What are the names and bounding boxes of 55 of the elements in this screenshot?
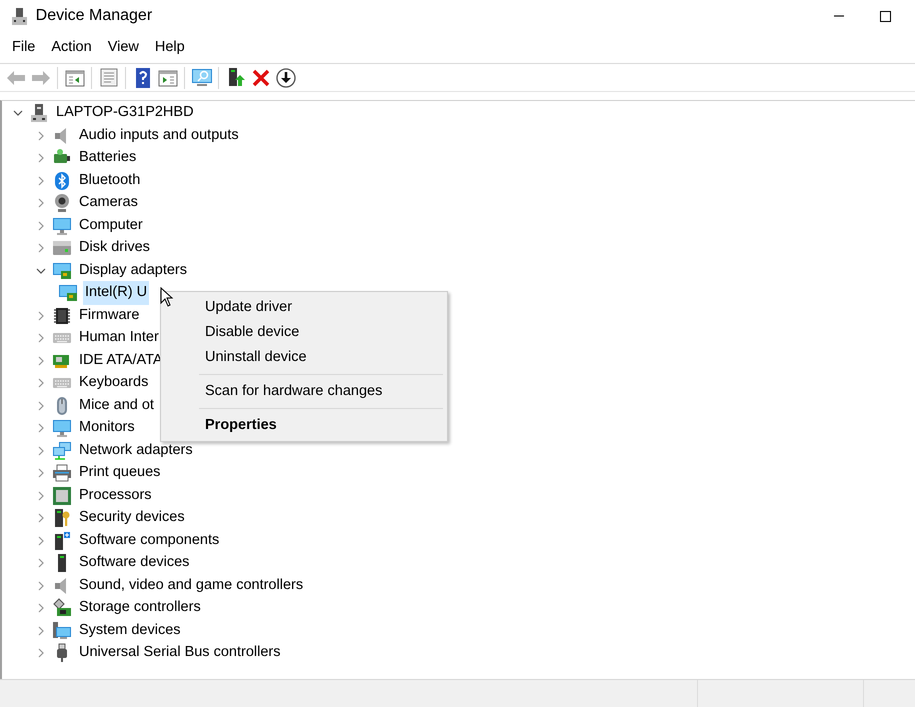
tree-item[interactable]: Processors: [77, 484, 154, 508]
network-icon: [52, 440, 72, 461]
menu-item[interactable]: File: [4, 36, 44, 58]
system-device-icon: [52, 620, 72, 641]
tree-item[interactable]: Disk drives: [77, 236, 152, 260]
tree-item[interactable]: Universal Serial Bus controllers: [77, 641, 282, 666]
tree-item[interactable]: Monitors: [77, 416, 137, 440]
tree-item[interactable]: Firmware: [77, 304, 142, 328]
context-menu-item[interactable]: Uninstall device: [161, 345, 447, 370]
down-arrow-circle-icon: [274, 66, 296, 88]
chip-icon: [52, 306, 72, 326]
display-adapter-icon: [52, 260, 72, 281]
tree-item[interactable]: Software components: [77, 528, 222, 553]
app-icon: [10, 6, 29, 26]
tree-item[interactable]: System devices: [77, 618, 183, 643]
tree-item[interactable]: Human Inter: [77, 326, 161, 350]
mouse-pointer-icon: [160, 287, 174, 307]
processor-icon: [52, 486, 72, 506]
webcam-icon: [52, 193, 72, 214]
context-menu-item[interactable]: Scan for hardware changes: [161, 379, 447, 404]
tree-item[interactable]: Bluetooth: [77, 168, 142, 193]
software-component-icon: [52, 530, 72, 551]
monitor-scan-icon: [190, 66, 212, 88]
tree-item[interactable]: Print queues: [77, 461, 162, 486]
tree-item[interactable]: Network adapters: [77, 438, 195, 463]
computer-icon: [29, 103, 49, 124]
tree-item[interactable]: Storage controllers: [77, 596, 203, 620]
tree-item[interactable]: Cameras: [77, 191, 140, 216]
storage-controller-icon: [52, 598, 72, 618]
window-title: Device Manager: [36, 6, 154, 26]
context-menu-item[interactable]: Disable device: [161, 320, 447, 345]
tree-item[interactable]: Intel(R) U: [83, 281, 150, 306]
menu-item[interactable]: Action: [43, 36, 100, 58]
tree-item[interactable]: Mice and ot: [77, 394, 156, 418]
context-menu-item[interactable]: Properties: [161, 413, 447, 438]
tree-item[interactable]: Display adapters: [77, 258, 189, 283]
tree-item[interactable]: Keyboards: [77, 371, 150, 396]
menu-item[interactable]: View: [100, 36, 147, 58]
display-adapter-icon: [58, 283, 78, 304]
menu-item[interactable]: Help: [146, 36, 193, 58]
monitor-icon: [52, 418, 72, 438]
toolbar-button[interactable]: [274, 66, 297, 89]
bluetooth-icon: [52, 170, 72, 191]
tree-item[interactable]: Security devices: [77, 506, 187, 530]
tree-item[interactable]: Software devices: [77, 551, 192, 576]
maximize-icon: [880, 10, 891, 22]
tree-item[interactable]: Audio inputs and outputs: [77, 124, 241, 148]
monitor-icon: [52, 216, 72, 236]
printer-icon: [52, 463, 72, 484]
tree-item[interactable]: Sound, video and game controllers: [77, 574, 306, 598]
security-device-icon: [52, 508, 72, 528]
tree-item[interactable]: LAPTOP-G31P2HBD: [54, 101, 196, 126]
tree-item[interactable]: Computer: [77, 214, 145, 238]
tree-item[interactable]: Batteries: [77, 146, 138, 170]
properties-icon: [98, 66, 120, 88]
